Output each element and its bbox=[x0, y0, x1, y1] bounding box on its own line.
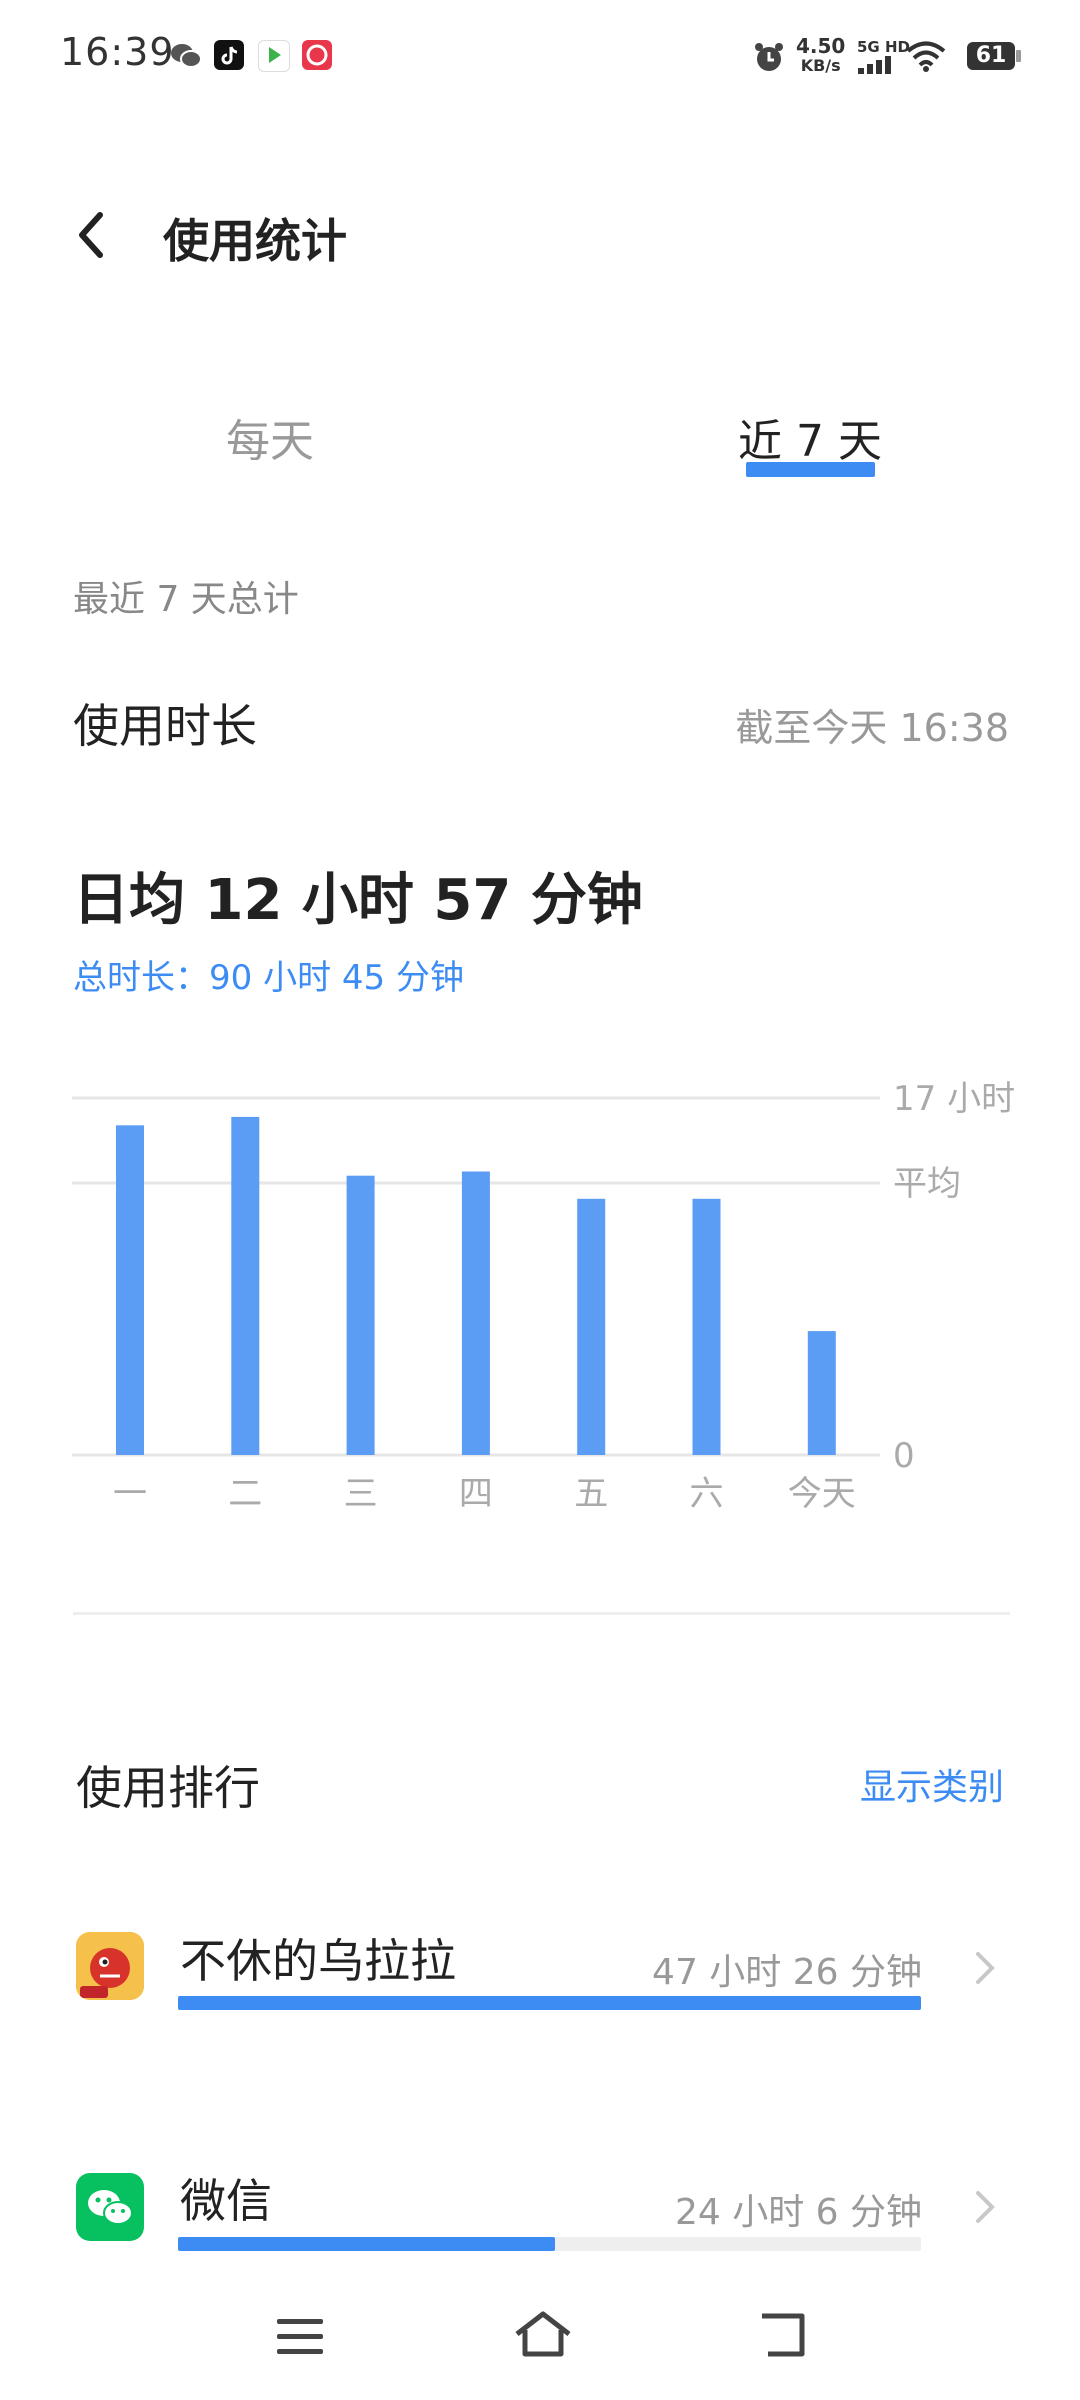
chart-bar bbox=[231, 1116, 260, 1455]
y-tick-label: 0 bbox=[893, 1436, 915, 1476]
video-app-icon bbox=[258, 40, 290, 72]
usage-bar-fill bbox=[178, 2237, 556, 2251]
usage-bar-track bbox=[178, 1996, 921, 2010]
app-usage-time: 47 小时 26 分钟 bbox=[652, 1952, 922, 1993]
app-name: 不休的乌拉拉 bbox=[180, 1934, 456, 1988]
divider bbox=[73, 1612, 1010, 1615]
as-of-time: 截至今天 16:38 bbox=[735, 706, 1009, 750]
wechat-icon bbox=[171, 44, 202, 68]
chevron-right-icon bbox=[976, 1952, 995, 1984]
duration-label: 使用时长 bbox=[73, 699, 257, 753]
chart-bar bbox=[807, 1331, 836, 1455]
home-icon[interactable] bbox=[513, 2310, 573, 2360]
alarm-icon bbox=[755, 43, 783, 71]
tab-7days[interactable]: 近 7 天 bbox=[710, 405, 910, 469]
chart-bar bbox=[116, 1125, 144, 1455]
show-category-link[interactable]: 显示类别 bbox=[860, 1758, 1004, 1810]
ranking-title: 使用排行 bbox=[76, 1761, 260, 1815]
chart-bar bbox=[346, 1175, 375, 1455]
usage-bar-fill bbox=[178, 1996, 921, 2010]
app-row-urara[interactable]: 不休的乌拉拉 47 小时 26 分钟 bbox=[0, 1895, 1080, 2045]
back-icon[interactable] bbox=[758, 2310, 810, 2360]
x-tick-label: 一 bbox=[113, 1474, 147, 1514]
x-tick-label: 二 bbox=[228, 1474, 262, 1514]
tiktok-icon bbox=[214, 40, 244, 70]
back-arrow-icon bbox=[79, 212, 103, 258]
app-usage-time: 24 小时 6 分钟 bbox=[674, 2192, 922, 2233]
daily-average: 日均 12 小时 57 分钟 bbox=[73, 868, 643, 933]
x-tick-label: 六 bbox=[690, 1474, 724, 1514]
app-row-wechat[interactable]: 微信 24 小时 6 分钟 bbox=[0, 2135, 1080, 2285]
usage-bar-chart: 17 小时平均 0 一 二 三 四 五 六 今天 bbox=[72, 1079, 1015, 1514]
y-tick-label: 17 小时 bbox=[893, 1079, 1015, 1119]
taobao-icon bbox=[302, 40, 332, 70]
total-duration: 总时长：90 小时 45 分钟 bbox=[73, 958, 464, 998]
tab-indicator bbox=[746, 462, 875, 477]
navigation-bar bbox=[0, 2280, 1080, 2400]
net-speed-value: 4.50 bbox=[796, 34, 846, 58]
urara-game-icon bbox=[76, 1932, 144, 2000]
x-tick-label: 四 bbox=[459, 1474, 493, 1514]
signal-icon bbox=[858, 56, 891, 74]
back-button[interactable] bbox=[66, 205, 126, 265]
app-name: 微信 bbox=[180, 2174, 272, 2228]
wechat-app-icon bbox=[76, 2173, 144, 2241]
battery-tip bbox=[1016, 50, 1021, 62]
x-tick-label: 三 bbox=[344, 1474, 378, 1514]
chart-bar bbox=[577, 1198, 606, 1455]
status-time: 16:39 bbox=[60, 30, 175, 74]
net-type: 5G HD bbox=[857, 38, 910, 56]
usage-bar-track bbox=[178, 2237, 921, 2251]
x-tick-label: 今天 bbox=[788, 1474, 856, 1514]
chart-bar bbox=[692, 1198, 721, 1455]
net-speed: 4.50 KB/s bbox=[796, 36, 845, 76]
wifi-icon bbox=[906, 41, 946, 72]
chevron-right-icon bbox=[976, 2191, 995, 2223]
tab-daily[interactable]: 每天 bbox=[170, 405, 370, 469]
section-label: 最近 7 天总计 bbox=[73, 579, 299, 620]
battery-icon: 61 bbox=[967, 42, 1015, 70]
page-title: 使用统计 bbox=[163, 214, 347, 268]
chart-bar bbox=[461, 1171, 490, 1455]
y-tick-label: 平均 bbox=[893, 1164, 961, 1204]
x-tick-label: 五 bbox=[574, 1474, 608, 1514]
net-speed-unit: KB/s bbox=[800, 56, 841, 75]
menu-icon[interactable] bbox=[275, 2315, 325, 2359]
status-bar: 16:39 4.50 KB/s 5G HD 61 bbox=[0, 0, 1080, 110]
